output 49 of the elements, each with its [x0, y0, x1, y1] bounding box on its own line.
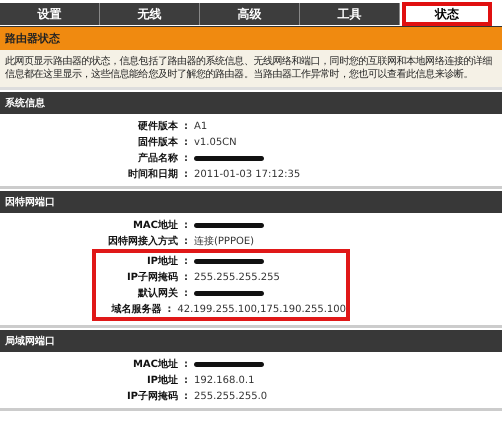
section-header: 因特网端口: [0, 191, 502, 213]
redaction-mark: [194, 222, 264, 228]
field-label: IP地址: [146, 374, 178, 387]
colon: :: [167, 304, 172, 314]
field-label: 域名服务器: [110, 302, 162, 316]
section-header: 系统信息: [0, 92, 502, 114]
field-label: 产品名称: [137, 152, 178, 165]
field-label: 默认网关: [136, 286, 178, 300]
redaction-mark: [194, 362, 264, 366]
field-value: 255.255.255.255: [194, 272, 280, 282]
page-description: 此网页显示路由器的状态，信息包括了路由器的系统信息、无线网络和端口，同时您的互联网和本地网络连接的详细信息都在这里显示，这些信息能给您及时了解您的路由器。当路由器工作异常时，您也可以查看此信息来诊断。: [5, 55, 494, 81]
field-label: 时间和日期: [127, 168, 178, 181]
field-label: 因特网接入方式: [107, 234, 178, 248]
nav-tab[interactable]: 状态: [402, 2, 492, 26]
nav-tab[interactable]: 设置: [0, 3, 100, 25]
field-label: MAC地址: [132, 218, 178, 232]
redaction-mark: [194, 258, 264, 264]
field-label: 硬件版本: [136, 120, 178, 133]
field-label: MAC地址: [132, 358, 178, 371]
colon: :: [184, 288, 188, 298]
field-label: IP子网掩码: [126, 270, 178, 284]
nav-tab[interactable]: 工具: [300, 3, 400, 25]
colon: :: [184, 120, 188, 132]
field-value: 255.255.255.0: [194, 390, 268, 402]
field-value: 192.168.0.1: [194, 374, 254, 386]
colon: :: [184, 374, 188, 386]
section-header: 局域网端口: [0, 330, 502, 352]
colon: :: [184, 390, 188, 402]
colon: :: [184, 358, 188, 370]
field-value: 2011-01-03 17:12:35: [194, 168, 300, 180]
field-value: v1.05CN: [194, 136, 237, 148]
field-value: 42.199.255.100,175.190.255.100: [177, 304, 346, 314]
colon: :: [184, 152, 188, 164]
nav-tab[interactable]: 无线: [100, 3, 200, 25]
field-label: IP子网掩码: [126, 390, 178, 403]
colon: :: [184, 168, 188, 180]
colon: :: [184, 236, 188, 246]
nav-tab[interactable]: 高级: [200, 3, 300, 25]
page-title: 路由器状态: [0, 26, 502, 50]
redaction-mark: [194, 290, 264, 296]
field-label: IP地址: [146, 254, 178, 268]
field-value: A1: [194, 120, 208, 132]
colon: :: [184, 256, 188, 266]
field-label: 固件版本: [137, 136, 178, 149]
colon: :: [184, 220, 188, 230]
colon: :: [184, 136, 188, 148]
redaction-mark: [194, 156, 264, 160]
field-value: 连接(PPPOE): [194, 234, 254, 248]
colon: :: [184, 272, 188, 282]
